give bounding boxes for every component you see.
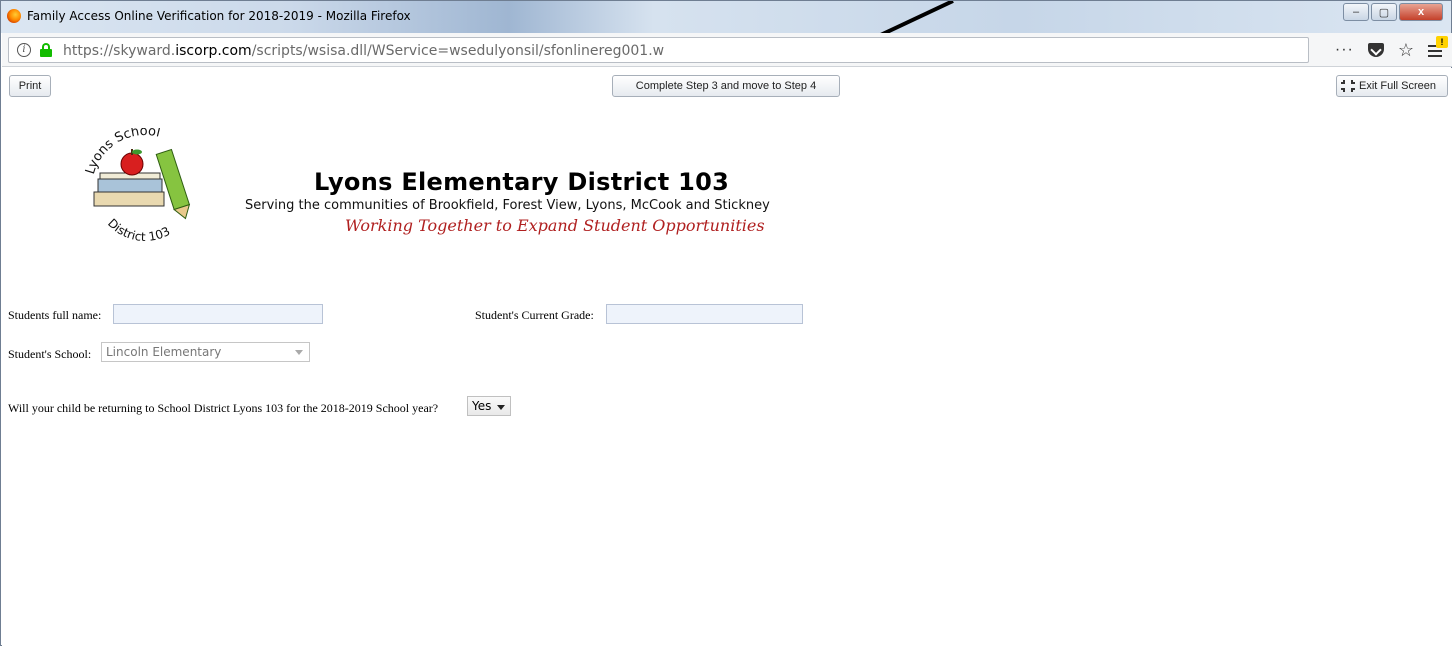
- grade-label: Student's Current Grade:: [475, 308, 594, 322]
- exit-full-screen-label: Exit Full Screen: [1359, 80, 1437, 92]
- window-controls: – ▢ x: [1343, 3, 1443, 21]
- returning-question-label: Will your child be returning to School D…: [8, 401, 439, 415]
- url-text[interactable]: https://skyward.iscorp.com/scripts/wsisa…: [63, 43, 664, 59]
- minimize-button[interactable]: –: [1343, 3, 1369, 21]
- district-title: Lyons Elementary District 103: [314, 168, 730, 196]
- hamburger-menu-icon[interactable]: !: [1428, 36, 1448, 58]
- maximize-button[interactable]: ▢: [1371, 3, 1397, 21]
- close-button[interactable]: x: [1399, 3, 1443, 21]
- complete-step-button[interactable]: Complete Step 3 and move to Step 4: [612, 75, 840, 97]
- grade-field[interactable]: [606, 304, 803, 324]
- title-bar: Family Access Online Verification for 20…: [1, 1, 1451, 33]
- full-name-label: Students full name:: [8, 308, 102, 322]
- page-content: Print Complete Step 3 and move to Step 4…: [2, 68, 1452, 646]
- page-actions-icon[interactable]: ···: [1335, 41, 1354, 59]
- pocket-icon[interactable]: [1367, 43, 1384, 57]
- browser-window: Family Access Online Verification for 20…: [0, 0, 1452, 646]
- chevron-down-icon: [497, 405, 505, 410]
- lock-icon[interactable]: [39, 43, 53, 57]
- url-prefix: https://skyward.: [63, 43, 176, 59]
- url-path: /scripts/wsisa.dll/WService=wsedulyonsil…: [251, 43, 665, 59]
- exit-full-screen-button[interactable]: Exit Full Screen: [1336, 75, 1448, 97]
- print-button[interactable]: Print: [9, 75, 51, 97]
- school-select[interactable]: Lincoln Elementary: [101, 342, 310, 362]
- navigation-bar: i https://skyward.iscorp.com/scripts/wsi…: [2, 33, 1452, 67]
- bookmark-star-icon[interactable]: ☆: [1398, 40, 1414, 61]
- site-info-icon[interactable]: i: [17, 43, 31, 57]
- school-select-value: Lincoln Elementary: [106, 345, 222, 359]
- exit-fullscreen-icon: [1341, 80, 1355, 92]
- firefox-icon: [7, 9, 21, 23]
- district-motto: Working Together to Expand Student Oppor…: [345, 216, 765, 235]
- district-logo: Lyons School District 103: [83, 128, 191, 244]
- window-title: Family Access Online Verification for 20…: [27, 9, 411, 23]
- logo-bottom-text: District 103: [105, 216, 172, 244]
- update-badge: !: [1436, 36, 1448, 48]
- returning-select[interactable]: Yes: [467, 396, 511, 416]
- returning-select-value: Yes: [472, 399, 492, 413]
- school-label: Student's School:: [8, 347, 92, 361]
- chevron-down-icon: [295, 350, 303, 355]
- district-subtitle: Serving the communities of Brookfield, F…: [245, 198, 770, 213]
- url-bar[interactable]: i https://skyward.iscorp.com/scripts/wsi…: [8, 37, 1309, 63]
- full-name-field[interactable]: [113, 304, 323, 324]
- url-host: iscorp.com: [175, 43, 252, 59]
- nav-actions: ··· ☆ !: [1335, 36, 1448, 63]
